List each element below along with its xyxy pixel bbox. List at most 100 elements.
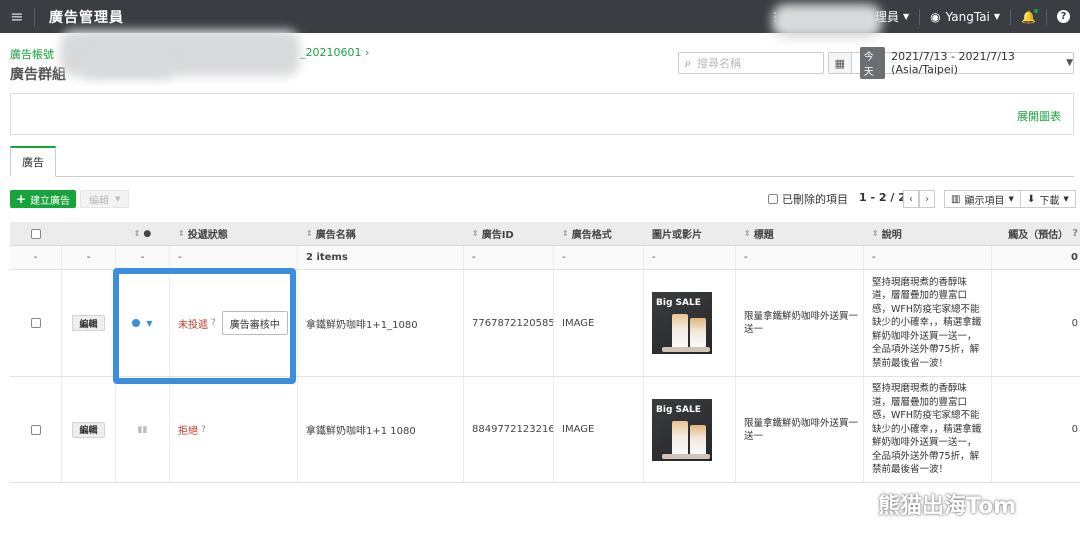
delivery-status-label: 未投遞 (178, 319, 208, 331)
header-description[interactable]: ⇕ 說明 (864, 222, 992, 245)
date-range-text: 2021/7/13 - 2021/7/13 (Asia/Taipei) (891, 50, 1015, 76)
date-range-picker[interactable]: ▦ 今天 2021/7/13 - 2021/7/13 (Asia/Taipei)… (828, 47, 1074, 79)
thumbnail-plate (662, 347, 710, 352)
download-icon: ⬇ (1027, 193, 1036, 205)
table-header-row: ⇕ ● ⇕ 投遞狀態 ⇕ 廣告名稱 ⇕ 廣告ID ⇕ 廣告格式 圖片或影片 ⇕ 標題 ⇕ 說明… (10, 222, 1080, 246)
hamburger-menu-icon[interactable]: ≡ (0, 0, 34, 33)
summary-cell: - (644, 246, 736, 269)
pagination-info: 1 - 2 / 2 (859, 191, 906, 204)
chevron-down-icon[interactable]: ▼ (146, 319, 152, 328)
summary-row: - - - - 2 items - - - - - 0 (10, 246, 1080, 270)
ad-description: 堅持現磨現煮的香醇味道，層層疊加的豐富口感，WFH防疫宅家總不能缺少的小確幸，，… (872, 383, 982, 476)
breadcrumb: 廣告帳號 _20210601 › (10, 46, 369, 62)
summary-cell: - (170, 246, 298, 269)
thumbnail-plate (662, 453, 710, 459)
select-all-checkbox[interactable] (30, 228, 41, 239)
header-id-label: 廣告ID (481, 230, 514, 241)
row-checkbox[interactable] (30, 318, 41, 328)
show-deleted-checkbox[interactable] (768, 194, 778, 204)
row-status-cell: 未投遞? 廣告審核中 (170, 270, 298, 376)
download-button[interactable]: ⬇ 下載 ▼ (1020, 190, 1076, 208)
summary-items-count: 2 items (298, 246, 464, 269)
header-name[interactable]: ⇕ 廣告名稱 (298, 222, 464, 245)
user-menu[interactable]: ◉ YangTai ▼ (920, 0, 1010, 33)
watermark: 熊猫出海Tom (836, 488, 1016, 520)
summary-cell: - (116, 246, 170, 269)
thumbnail-text: Big SALE (656, 404, 701, 415)
expand-chart-link[interactable]: 展開圖表 (1017, 108, 1061, 124)
ad-id: 7767872120585 (464, 270, 554, 376)
sort-icon: ⇕ (133, 229, 141, 238)
help-icon: ? (1072, 228, 1078, 239)
header-name-label: 廣告名稱 (315, 230, 356, 241)
ad-description-cell: 堅持現磨現煮的香醇味道，層層疊加的豐富口感，WFH防疫宅家總不能缺少的小確幸，，… (864, 270, 992, 376)
ad-media-cell: Big SALE (644, 270, 736, 376)
ad-thumbnail[interactable]: Big SALE (652, 292, 712, 354)
chevron-left-icon: ‹ (909, 193, 913, 205)
tab-bar: 廣告 (10, 146, 1074, 177)
help-icon-label: ? (1057, 10, 1070, 23)
sort-icon: ⇕ (872, 229, 879, 238)
tab-ads[interactable]: 廣告 (10, 146, 56, 177)
ad-format: IMAGE (554, 270, 644, 376)
redaction-blur (80, 55, 175, 79)
help-icon[interactable]: ? (201, 425, 206, 435)
toggle-dot-icon: ● (143, 228, 152, 239)
summary-cell: - (554, 246, 644, 269)
show-deleted-label: 已刪除的項目 (782, 193, 848, 206)
summary-cell: - (464, 246, 554, 269)
chevron-right-icon: › (365, 46, 370, 59)
breadcrumb-campaign-link[interactable]: _20210601 › (300, 46, 369, 59)
ad-id: 8849772123216 (464, 377, 554, 482)
sort-icon: ⇕ (178, 229, 185, 238)
display-columns-button[interactable]: ▥ 顯示項目 ▼ (944, 190, 1021, 208)
table-row: 編輯 ▮▮ 拒絕? 拿鐵鮮奶咖啡1+1 1080 8849772123216 I… (10, 377, 1080, 483)
header-reach[interactable]: 觸及（預估）? (992, 222, 1080, 245)
chevron-down-icon: ▼ (1066, 58, 1073, 68)
bulk-edit-button[interactable]: 編輯 ▼ (80, 190, 130, 208)
chevron-down-icon: ▼ (902, 12, 910, 21)
header-title[interactable]: ⇕ 標題 (736, 222, 864, 245)
create-ad-button[interactable]: + 建立廣告 (10, 190, 77, 208)
row-edit-cell: 編輯 (62, 377, 116, 482)
ad-name: 拿鐵鮮奶咖啡1+1_1080 (298, 270, 464, 376)
columns-icon: ▥ (951, 193, 961, 205)
ad-name: 拿鐵鮮奶咖啡1+1 1080 (298, 377, 464, 482)
create-ad-label: 建立廣告 (30, 195, 71, 207)
redaction-blur (772, 4, 882, 38)
page-title: 廣告群組 (10, 67, 66, 83)
header-reach-label: 觸及（預估） (1008, 230, 1069, 241)
ad-reach: 0 (1071, 424, 1078, 435)
breadcrumb-account-link[interactable]: 廣告帳號 (10, 48, 54, 61)
under-review-button[interactable]: 廣告審核中 (221, 311, 288, 335)
edit-button[interactable]: 編輯 (72, 421, 105, 438)
search-icon: ⌕ (684, 55, 692, 70)
show-deleted-toggle[interactable]: 已刪除的項目 (768, 191, 848, 207)
summary-cell: - (62, 246, 116, 269)
notification-bell-icon[interactable]: 🔔 (1011, 0, 1046, 33)
status-dot-icon[interactable] (132, 319, 141, 327)
header-id[interactable]: ⇕ 廣告ID (464, 222, 554, 245)
search-input[interactable]: ⌕ 搜尋名稱 (678, 52, 824, 74)
thumbnail-cup (672, 314, 688, 348)
header-status[interactable]: ⇕ 投遞狀態 (170, 222, 298, 245)
row-edit-cell: 編輯 (62, 270, 116, 376)
calendar-icon[interactable]: ▦ (829, 53, 852, 73)
ad-thumbnail[interactable]: Big SALE (652, 398, 712, 461)
header-toggle[interactable]: ⇕ ● (116, 222, 170, 245)
prev-page-button[interactable]: ‹ (903, 190, 919, 208)
breadcrumb-campaign-label: _20210601 (300, 46, 362, 59)
sort-icon: ⇕ (472, 229, 479, 238)
row-checkbox[interactable] (30, 424, 41, 435)
chevron-down-icon: ▼ (115, 195, 121, 203)
ad-title: 限量拿鐵鮮奶咖啡外送買一送一 (744, 417, 859, 442)
pause-icon[interactable]: ▮▮ (138, 425, 148, 435)
header-edit (62, 222, 116, 245)
help-icon[interactable]: ? (1047, 0, 1080, 33)
header-format[interactable]: ⇕ 廣告格式 (554, 222, 644, 245)
delivery-status-label: 拒絕 (178, 426, 198, 437)
help-icon[interactable]: ? (211, 318, 216, 328)
edit-button[interactable]: 編輯 (72, 315, 105, 331)
next-page-button[interactable]: › (919, 190, 935, 208)
chevron-right-icon: › (925, 193, 929, 205)
